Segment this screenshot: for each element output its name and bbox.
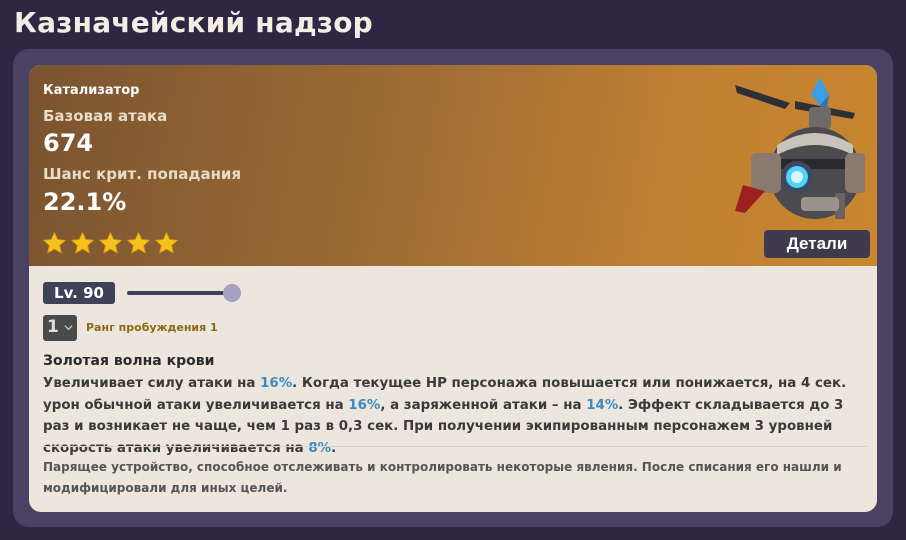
base-attack-label: Базовая атака [43, 107, 168, 125]
details-button[interactable]: Детали [764, 230, 870, 258]
star-icon [70, 231, 95, 254]
weapon-header: Катализатор Базовая атака 674 Шанс крит.… [29, 65, 877, 266]
crit-rate-label: Шанс крит. попадания [43, 165, 242, 183]
refinement-rank-dropdown[interactable]: 1 [43, 315, 77, 341]
passive-value: 14% [586, 397, 619, 413]
passive-text: , а заряженной атаки – на [380, 397, 587, 413]
refinement-rank-label: Ранг пробуждения 1 [86, 321, 218, 334]
star-icon [98, 231, 123, 254]
rarity-stars [42, 231, 179, 256]
level-badge: Lv. 90 [43, 282, 115, 304]
passive-value: 16% [260, 376, 293, 391]
page-title: Казначейский надзор [14, 6, 373, 39]
weapon-type: Катализатор [43, 83, 140, 98]
divider [43, 446, 867, 447]
passive-value: 16% [348, 397, 381, 413]
level-slider[interactable] [127, 283, 243, 303]
level-slider-thumb[interactable] [223, 284, 241, 302]
base-attack-value: 674 [43, 129, 94, 157]
passive-name: Золотая волна крови [43, 353, 215, 369]
passive-text: Увеличивает силу атаки на [43, 376, 261, 391]
level-slider-track[interactable] [127, 291, 233, 295]
star-icon [42, 231, 67, 254]
weapon-image [735, 77, 865, 219]
crit-rate-value: 22.1% [43, 188, 127, 216]
passive-text: . [331, 440, 337, 456]
star-icon [154, 231, 179, 254]
chevron-down-icon [64, 325, 73, 331]
star-icon [126, 231, 151, 254]
passive-value: 8% [308, 440, 332, 456]
lore-text: Парящее устройство, способное отслеживат… [43, 460, 842, 495]
refinement-rank-value: 1 [47, 317, 59, 337]
weapon-card: Катализатор Базовая атака 674 Шанс крит.… [29, 65, 877, 512]
